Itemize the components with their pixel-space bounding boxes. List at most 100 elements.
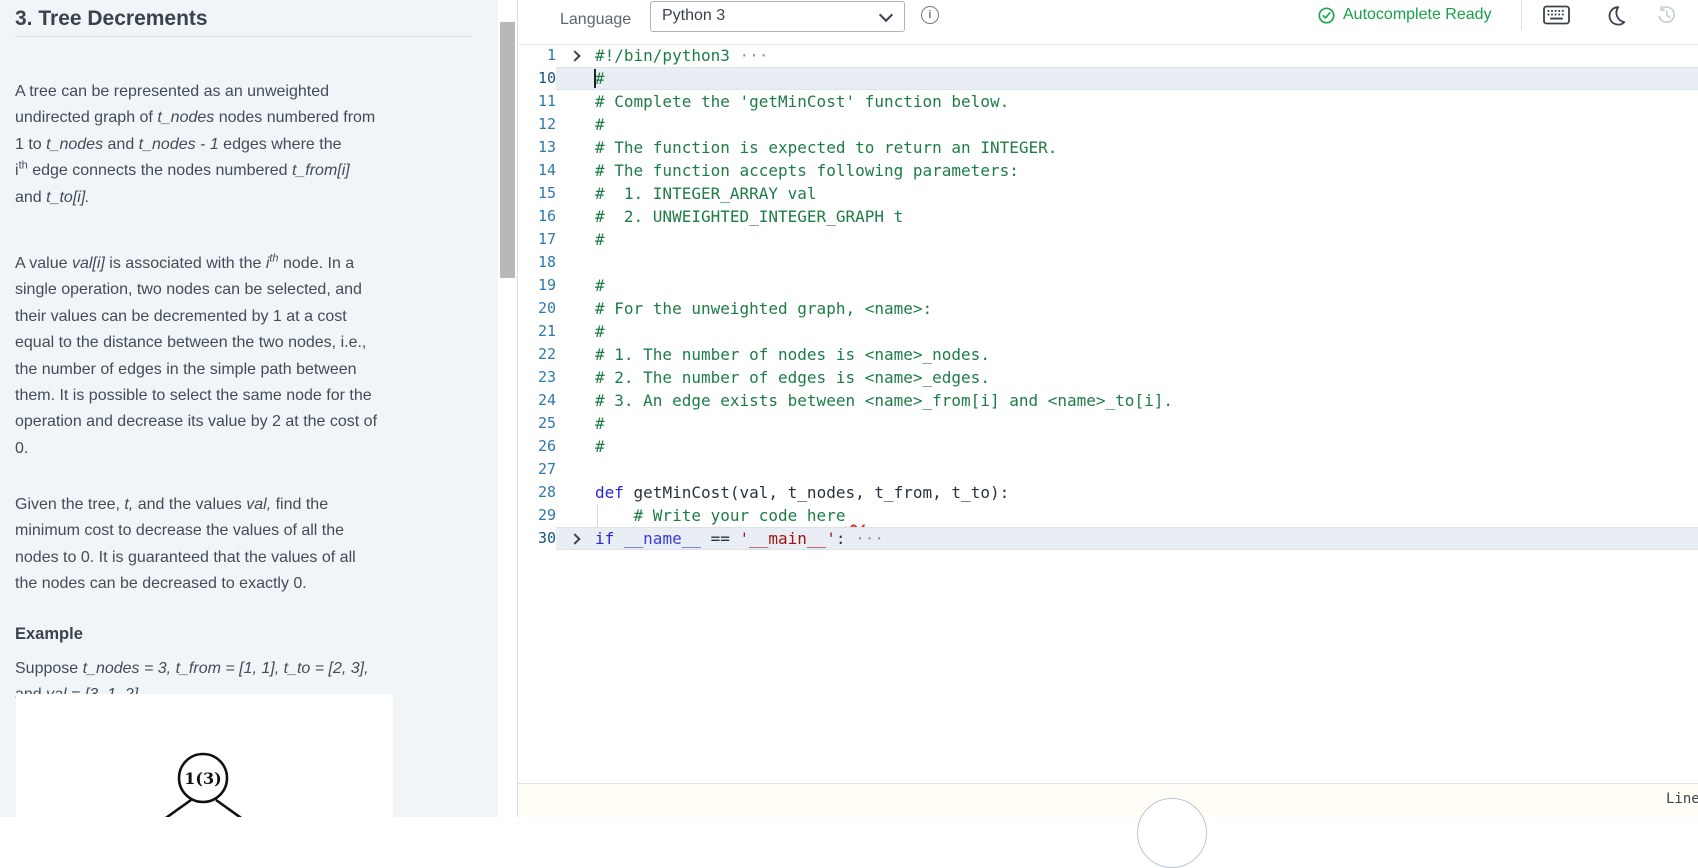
- text-segment: val,: [246, 496, 272, 513]
- code-token: #!/bin/python3: [595, 46, 730, 65]
- code-token: # 1. INTEGER_ARRAY val: [595, 184, 817, 203]
- fold-gutter: [556, 343, 595, 366]
- code-line[interactable]: 12 #: [518, 113, 1698, 136]
- code-line[interactable]: 27: [518, 458, 1698, 481]
- info-icon[interactable]: i: [921, 6, 939, 24]
- code-text: # Write your code here: [595, 504, 1698, 527]
- code-token: __name__: [623, 529, 701, 548]
- code-token: # 1. The number of nodes is <name>_nodes…: [595, 345, 990, 364]
- code-line[interactable]: 29 # Write your code here: [518, 504, 1698, 527]
- fold-gutter: [556, 90, 595, 113]
- text-segment: t_from[i]: [291, 162, 350, 180]
- keyboard-shortcuts-button[interactable]: [1541, 1, 1571, 29]
- line-number: 29: [537, 506, 556, 524]
- fold-gutter: [556, 458, 595, 481]
- fold-toggle-icon[interactable]: [556, 527, 595, 550]
- code-text: # 2. The number of edges is <name>_edges…: [595, 366, 1698, 389]
- problem-statement-pane: 3. Tree Decrements A tree can be represe…: [0, 0, 498, 817]
- language-select[interactable]: Python 3: [650, 1, 905, 32]
- text-segment: their values can be decremented by 1 at …: [15, 307, 347, 325]
- code-line[interactable]: 23 # 2. The number of edges is <name>_edg…: [518, 366, 1698, 389]
- line-number: 27: [537, 460, 556, 478]
- fold-gutter: [556, 504, 595, 527]
- problem-title: 3. Tree Decrements: [15, 7, 208, 31]
- code-line[interactable]: 25 #: [518, 412, 1698, 435]
- revert-history-icon: [1657, 5, 1675, 23]
- code-token: # Complete the 'getMinCost' function bel…: [595, 92, 1010, 111]
- code-line[interactable]: 10 #: [518, 67, 1698, 90]
- line-number: 26: [537, 437, 556, 455]
- line-number: 20: [537, 299, 556, 317]
- code-token: #: [595, 276, 605, 295]
- code-token: #: [595, 69, 605, 88]
- text-segment: th: [18, 159, 28, 172]
- problem-paragraph: A tree can be represented as an unweight…: [15, 79, 485, 211]
- text-segment: val[i]: [71, 255, 105, 272]
- revert-history-button[interactable]: [1651, 1, 1681, 29]
- fold-gutter: [556, 481, 595, 504]
- code-line[interactable]: 19 #: [518, 274, 1698, 297]
- code-text: #: [595, 412, 1698, 435]
- editor-toolbar: Language Python 3 i Autocomplete Ready: [518, 0, 1698, 45]
- code-line[interactable]: 11 # Complete the 'getMinCost' function b…: [518, 90, 1698, 113]
- app-root: { "problem": { "title": "3. Tree Decreme…: [0, 0, 1698, 868]
- code-token: getMinCost(val, t_nodes, t_from, t_to):: [623, 483, 1010, 502]
- line-number: 13: [537, 138, 556, 156]
- code-line[interactable]: 30 if __name__ == '__main__': ···: [518, 527, 1698, 550]
- title-divider: [15, 36, 472, 37]
- code-line[interactable]: 13 # The function is expected to return a…: [518, 136, 1698, 159]
- code-line[interactable]: 17 #: [518, 228, 1698, 251]
- text-segment: th: [269, 252, 279, 265]
- code-editor-pane: Language Python 3 i Autocomplete Ready 1…: [518, 0, 1698, 868]
- code-line[interactable]: 26 #: [518, 435, 1698, 458]
- code-text: # The function accepts following paramet…: [595, 159, 1698, 182]
- fold-toggle-icon[interactable]: [556, 44, 595, 67]
- text-segment: and: [15, 188, 47, 206]
- code-line[interactable]: 22 # 1. The number of nodes is <name>_nod…: [518, 343, 1698, 366]
- code-line[interactable]: 24 # 3. An edge exists between <name>_fro…: [518, 389, 1698, 412]
- code-text: #: [595, 320, 1698, 343]
- code-line[interactable]: 16 # 2. UNWEIGHTED_INTEGER_GRAPH t: [518, 205, 1698, 228]
- code-line[interactable]: 20 # For the unweighted graph, <name>:: [518, 297, 1698, 320]
- text-segment: A tree can be represented as an unweight…: [15, 83, 329, 100]
- cursor-position-label: Line: [1666, 791, 1698, 807]
- problem-pane-scrollbar-track[interactable]: [498, 0, 517, 817]
- error-squiggle: [845, 504, 864, 527]
- line-number: 25: [537, 414, 556, 432]
- problem-pane-scrollbar-thumb[interactable]: [500, 22, 515, 278]
- code-token: # 3. An edge exists between <name>_from[…: [595, 391, 1173, 410]
- text-segment: the number of edges in the simple path b…: [15, 360, 357, 378]
- dark-mode-toggle-button[interactable]: [1600, 1, 1630, 29]
- code-text: # 1. INTEGER_ARRAY val: [595, 182, 1698, 205]
- check-circle-icon: [1318, 6, 1335, 24]
- text-segment: is associated with the: [104, 255, 266, 272]
- code-text: def getMinCost(val, t_nodes, t_from, t_t…: [595, 481, 1698, 504]
- toolbar-divider: [1521, 0, 1522, 30]
- text-segment: them. It is possible to select the same …: [15, 387, 372, 405]
- line-number: 16: [537, 207, 556, 225]
- code-token: if: [595, 529, 615, 548]
- code-line[interactable]: 1 #!/bin/python3 ···: [518, 44, 1698, 67]
- text-segment: edges where the: [218, 135, 342, 153]
- text-segment: t_nodes = 3, t_from = [1, 1], t_to = [2,…: [82, 660, 369, 677]
- text-segment: node. In a: [278, 255, 355, 272]
- code-text: #: [594, 67, 1698, 90]
- code-editor-content[interactable]: 1 #!/bin/python3 ··· 10 #11 # Complete the '…: [518, 44, 1698, 550]
- text-segment: t,: [124, 496, 134, 513]
- code-line[interactable]: 18: [518, 251, 1698, 274]
- code-line[interactable]: 21 #: [518, 320, 1698, 343]
- code-line[interactable]: 28 def getMinCost(val, t_nodes, t_from, t…: [518, 481, 1698, 504]
- console-toggle-button[interactable]: [1137, 798, 1207, 868]
- text-segment: the nodes can be decreased to exactly 0.: [15, 575, 307, 593]
- code-token: ···: [729, 46, 769, 65]
- code-text: # 1. The number of nodes is <name>_nodes…: [595, 343, 1698, 366]
- code-token: '__main__': [739, 529, 836, 548]
- code-text: #!/bin/python3 ···: [595, 44, 1698, 67]
- fold-gutter: [556, 366, 595, 389]
- code-token: ···: [845, 529, 884, 548]
- code-line[interactable]: 14 # The function accepts following param…: [518, 159, 1698, 182]
- text-segment: Suppose: [15, 660, 83, 677]
- code-line[interactable]: 15 # 1. INTEGER_ARRAY val: [518, 182, 1698, 205]
